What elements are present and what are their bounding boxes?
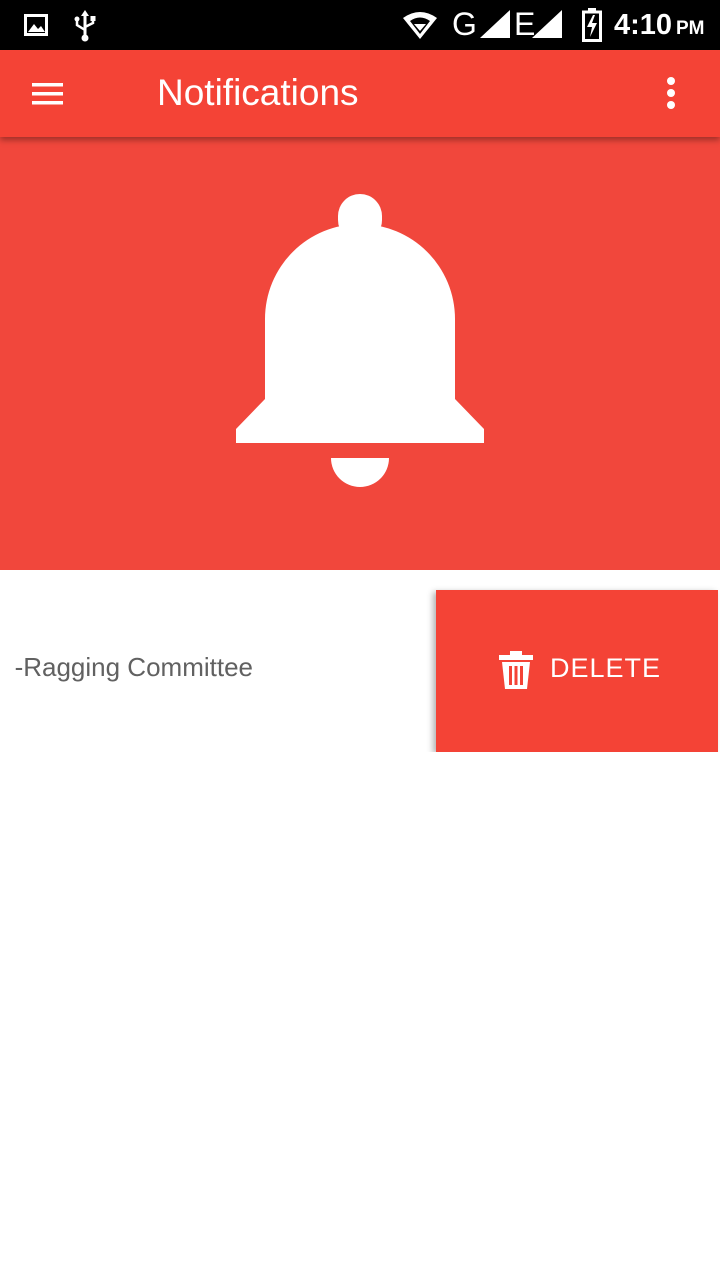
notification-title: ng — [0, 608, 440, 644]
overflow-menu-button[interactable] — [650, 67, 694, 121]
delete-button[interactable]: DELETE — [436, 590, 718, 752]
notification-list-item[interactable]: ng -Ragging Committee DELETE — [0, 570, 720, 752]
status-bar: G E 4:10 PM — [0, 0, 720, 50]
wifi-icon — [403, 12, 437, 39]
battery-charging-icon — [582, 8, 602, 42]
notification-content[interactable]: ng -Ragging Committee — [0, 570, 440, 752]
notification-subtitle: -Ragging Committee — [14, 652, 253, 682]
hamburger-menu-icon — [32, 83, 63, 105]
clock-ampm: PM — [676, 18, 705, 39]
bell-icon — [236, 194, 484, 487]
hero-banner — [0, 137, 720, 570]
trash-icon — [499, 651, 533, 689]
menu-button[interactable] — [20, 67, 74, 121]
usb-icon — [74, 10, 96, 42]
image-icon — [24, 14, 48, 36]
signal-icon — [532, 10, 562, 38]
clock-time: 4:10 — [614, 9, 673, 41]
network-type-g: G — [452, 6, 477, 42]
more-vertical-icon — [667, 77, 675, 109]
page-title: Notifications — [157, 72, 359, 113]
signal-icon — [480, 10, 510, 38]
delete-label: DELETE — [550, 653, 662, 683]
app-bar: Notifications — [0, 50, 720, 137]
